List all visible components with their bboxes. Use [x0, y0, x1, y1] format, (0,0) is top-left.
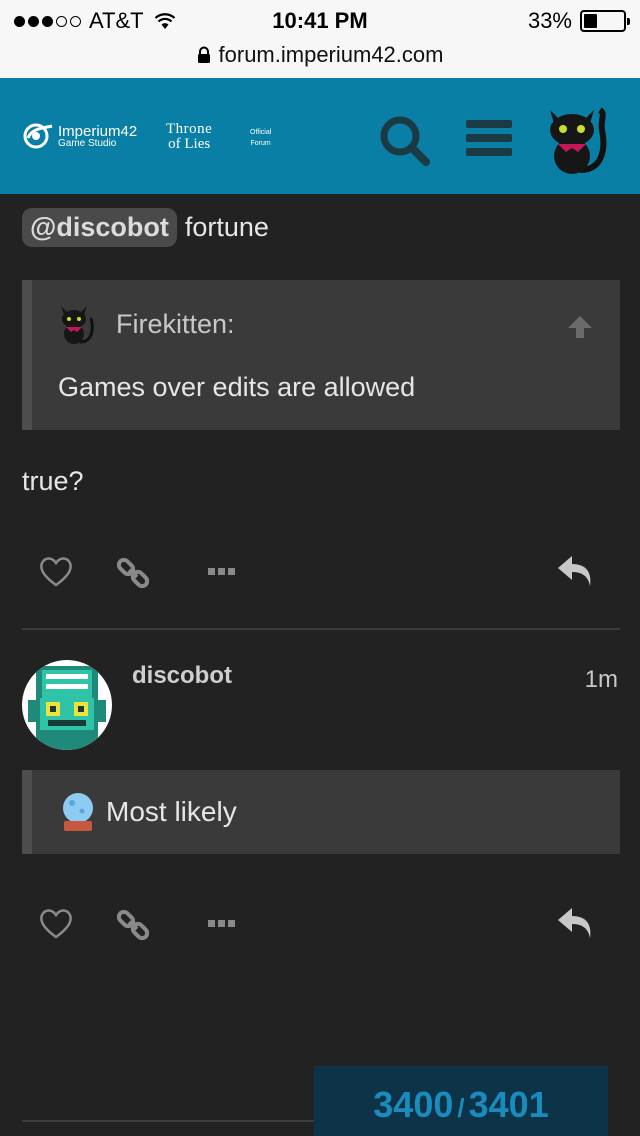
progress-separator: / — [457, 1093, 465, 1123]
status-bar: AT&T 10:41 PM 33% forum.imperium42.com — [0, 0, 640, 78]
quote-avatar-cat-icon[interactable] — [56, 302, 96, 346]
quote-header: Firekitten: — [56, 302, 235, 346]
post-body-text: true? — [22, 466, 84, 496]
imperium42-sub: Game Studio — [58, 137, 117, 149]
throne-of-lies-logo[interactable]: Throne of Lies — [166, 122, 212, 152]
post-divider — [22, 628, 620, 630]
imperium42-logo[interactable]: Imperium42 Game Studio — [22, 122, 137, 150]
post-actions — [22, 900, 620, 950]
quote-block: Firekitten: Games over edits are allowed — [22, 280, 620, 430]
more-options-icon[interactable] — [208, 568, 236, 576]
post-first-line: @discobot fortune — [22, 208, 269, 247]
url-bar[interactable]: forum.imperium42.com — [0, 42, 640, 68]
avatar-discobot[interactable] — [22, 660, 112, 750]
robot-avatar-icon — [28, 666, 106, 750]
official-line1: Official — [250, 129, 272, 136]
progress-total: 3401 — [468, 1084, 549, 1125]
quote-text: Games over edits are allowed — [58, 372, 416, 402]
post-divider — [22, 1120, 322, 1122]
official-line2: Forum — [250, 139, 271, 147]
official-forum-label: Official Forum — [250, 128, 271, 149]
imperium42-name: Imperium42 — [58, 122, 138, 140]
command-text: fortune — [184, 212, 269, 242]
post-time[interactable]: 1m — [585, 666, 618, 694]
url-text: forum.imperium42.com — [218, 42, 444, 67]
battery-icon — [580, 10, 630, 32]
hamburger-menu-icon[interactable] — [466, 118, 512, 158]
heart-icon[interactable] — [38, 556, 74, 588]
post-username[interactable]: discobot — [132, 662, 232, 690]
throne-logo-line2: of Lies — [168, 136, 211, 152]
topic-progress[interactable]: 3400/3401 — [314, 1066, 608, 1136]
fortune-reply-block: Most likely — [22, 770, 620, 854]
forum-header: Imperium42 Game Studio Throne of Lies Of… — [0, 78, 640, 194]
search-icon[interactable] — [378, 114, 432, 168]
progress-text: 3400/3401 — [314, 1084, 608, 1126]
imperium42-swirl-icon — [23, 123, 53, 149]
link-icon[interactable] — [116, 908, 150, 942]
heart-icon[interactable] — [38, 908, 74, 940]
link-icon[interactable] — [116, 556, 150, 590]
quote-author: Firekitten: — [116, 308, 235, 339]
throne-logo-line1: Throne — [166, 121, 213, 137]
lock-icon — [197, 46, 210, 63]
battery-percent: 33% — [527, 8, 572, 33]
crystal-ball-icon — [63, 793, 93, 831]
progress-current: 3400 — [373, 1084, 454, 1125]
battery-area: 33% — [527, 8, 630, 34]
mention-discobot[interactable]: @discobot — [22, 208, 177, 247]
reply-icon[interactable] — [556, 906, 594, 940]
fortune-reply: Most likely — [60, 792, 237, 832]
arrow-up-icon[interactable] — [566, 314, 594, 340]
user-avatar-cat-icon[interactable] — [540, 100, 610, 176]
reply-icon[interactable] — [556, 554, 594, 588]
fortune-text: Most likely — [106, 796, 237, 827]
more-options-icon[interactable] — [208, 920, 236, 928]
post-actions — [22, 548, 620, 598]
